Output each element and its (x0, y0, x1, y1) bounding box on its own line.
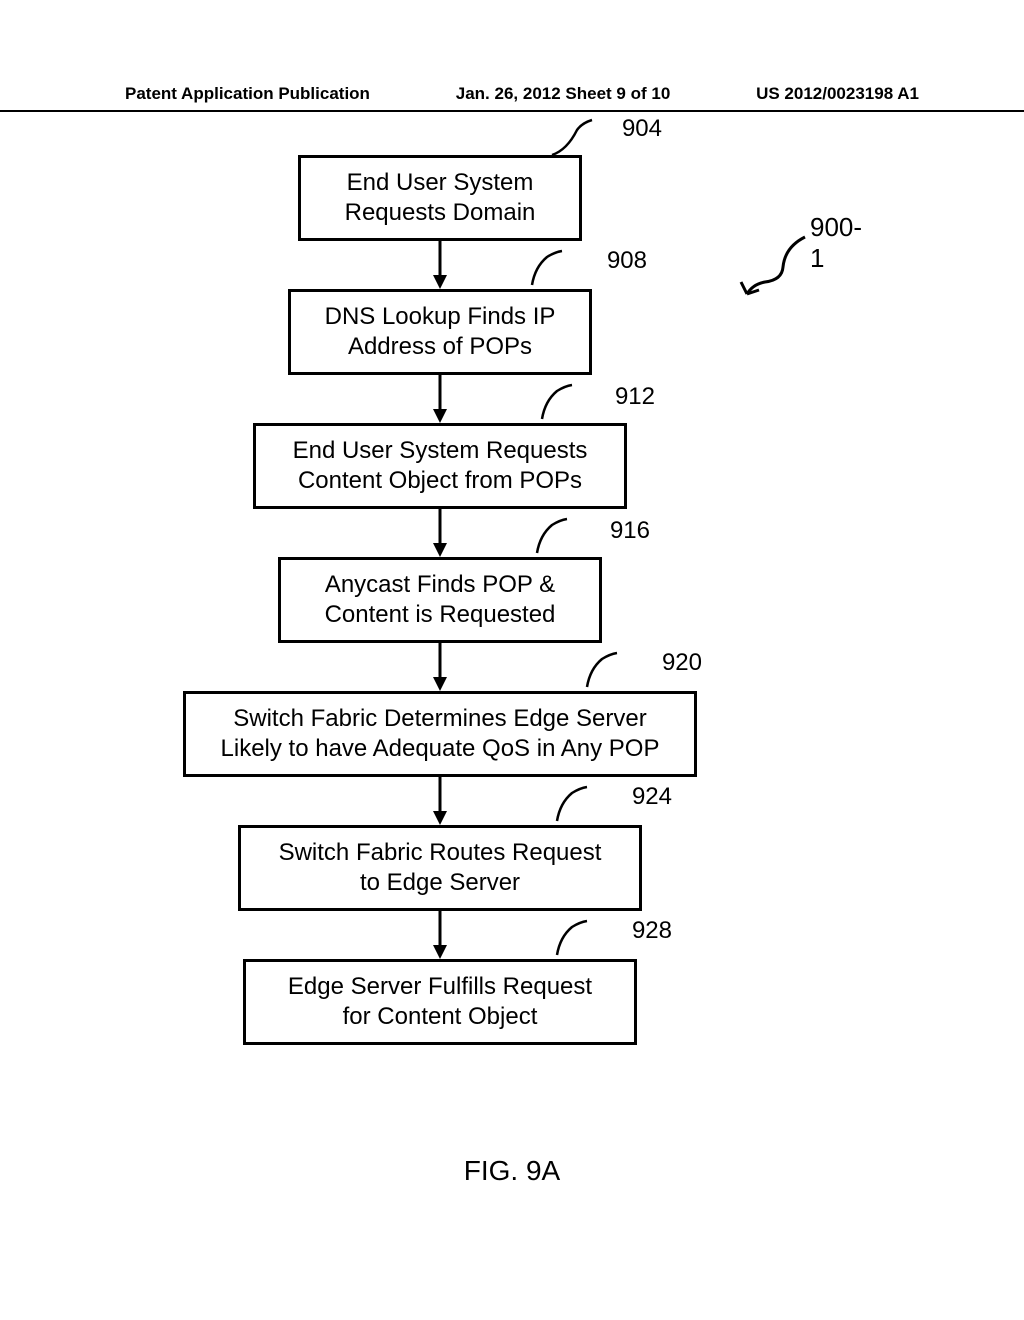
ref-924: 924 (632, 783, 672, 811)
box-908: DNS Lookup Finds IP Address of POPs (288, 289, 592, 375)
leader-924 (552, 783, 622, 823)
ref-904: 904 (622, 115, 662, 143)
box-924: Switch Fabric Routes Request to Edge Ser… (238, 825, 642, 911)
box-916: Anycast Finds POP & Content is Requested (278, 557, 602, 643)
ref-920: 920 (662, 649, 702, 677)
leader-912 (537, 381, 607, 421)
header-right: US 2012/0023198 A1 (756, 84, 919, 104)
header-left: Patent Application Publication (125, 84, 370, 104)
arrow-924-928 (430, 911, 450, 959)
leader-920 (582, 649, 652, 689)
ref-908: 908 (607, 247, 647, 275)
leader-928 (552, 917, 622, 957)
arrow-916-920 (430, 643, 450, 691)
page: Patent Application Publication Jan. 26, … (0, 0, 1024, 1320)
step-916: 916 Anycast Finds POP & Content is Reque… (278, 557, 602, 691)
arrow-912-916 (430, 509, 450, 557)
leader-916 (532, 515, 602, 555)
box-920: Switch Fabric Determines Edge Server Lik… (183, 691, 697, 777)
ref-916: 916 (610, 517, 650, 545)
figure-label: FIG. 9A (0, 1155, 1024, 1187)
arrow-908-912 (430, 375, 450, 423)
flowchart: 904 End User System Requests Domain 908 … (160, 155, 720, 1045)
leader-904 (547, 115, 617, 160)
ref-912: 912 (615, 383, 655, 411)
box-912: End User System Requests Content Object … (253, 423, 627, 509)
box-904: End User System Requests Domain (298, 155, 582, 241)
arrow-920-924 (430, 777, 450, 825)
arrow-904-908 (430, 241, 450, 289)
page-header: Patent Application Publication Jan. 26, … (0, 84, 1024, 112)
step-928: 928 Edge Server Fulfills Request for Con… (243, 959, 637, 1045)
box-928: Edge Server Fulfills Request for Content… (243, 959, 637, 1045)
ref-928: 928 (632, 917, 672, 945)
overall-ref-label: 900-1 (810, 212, 862, 274)
header-center: Jan. 26, 2012 Sheet 9 of 10 (456, 84, 671, 104)
leader-908 (527, 247, 597, 287)
